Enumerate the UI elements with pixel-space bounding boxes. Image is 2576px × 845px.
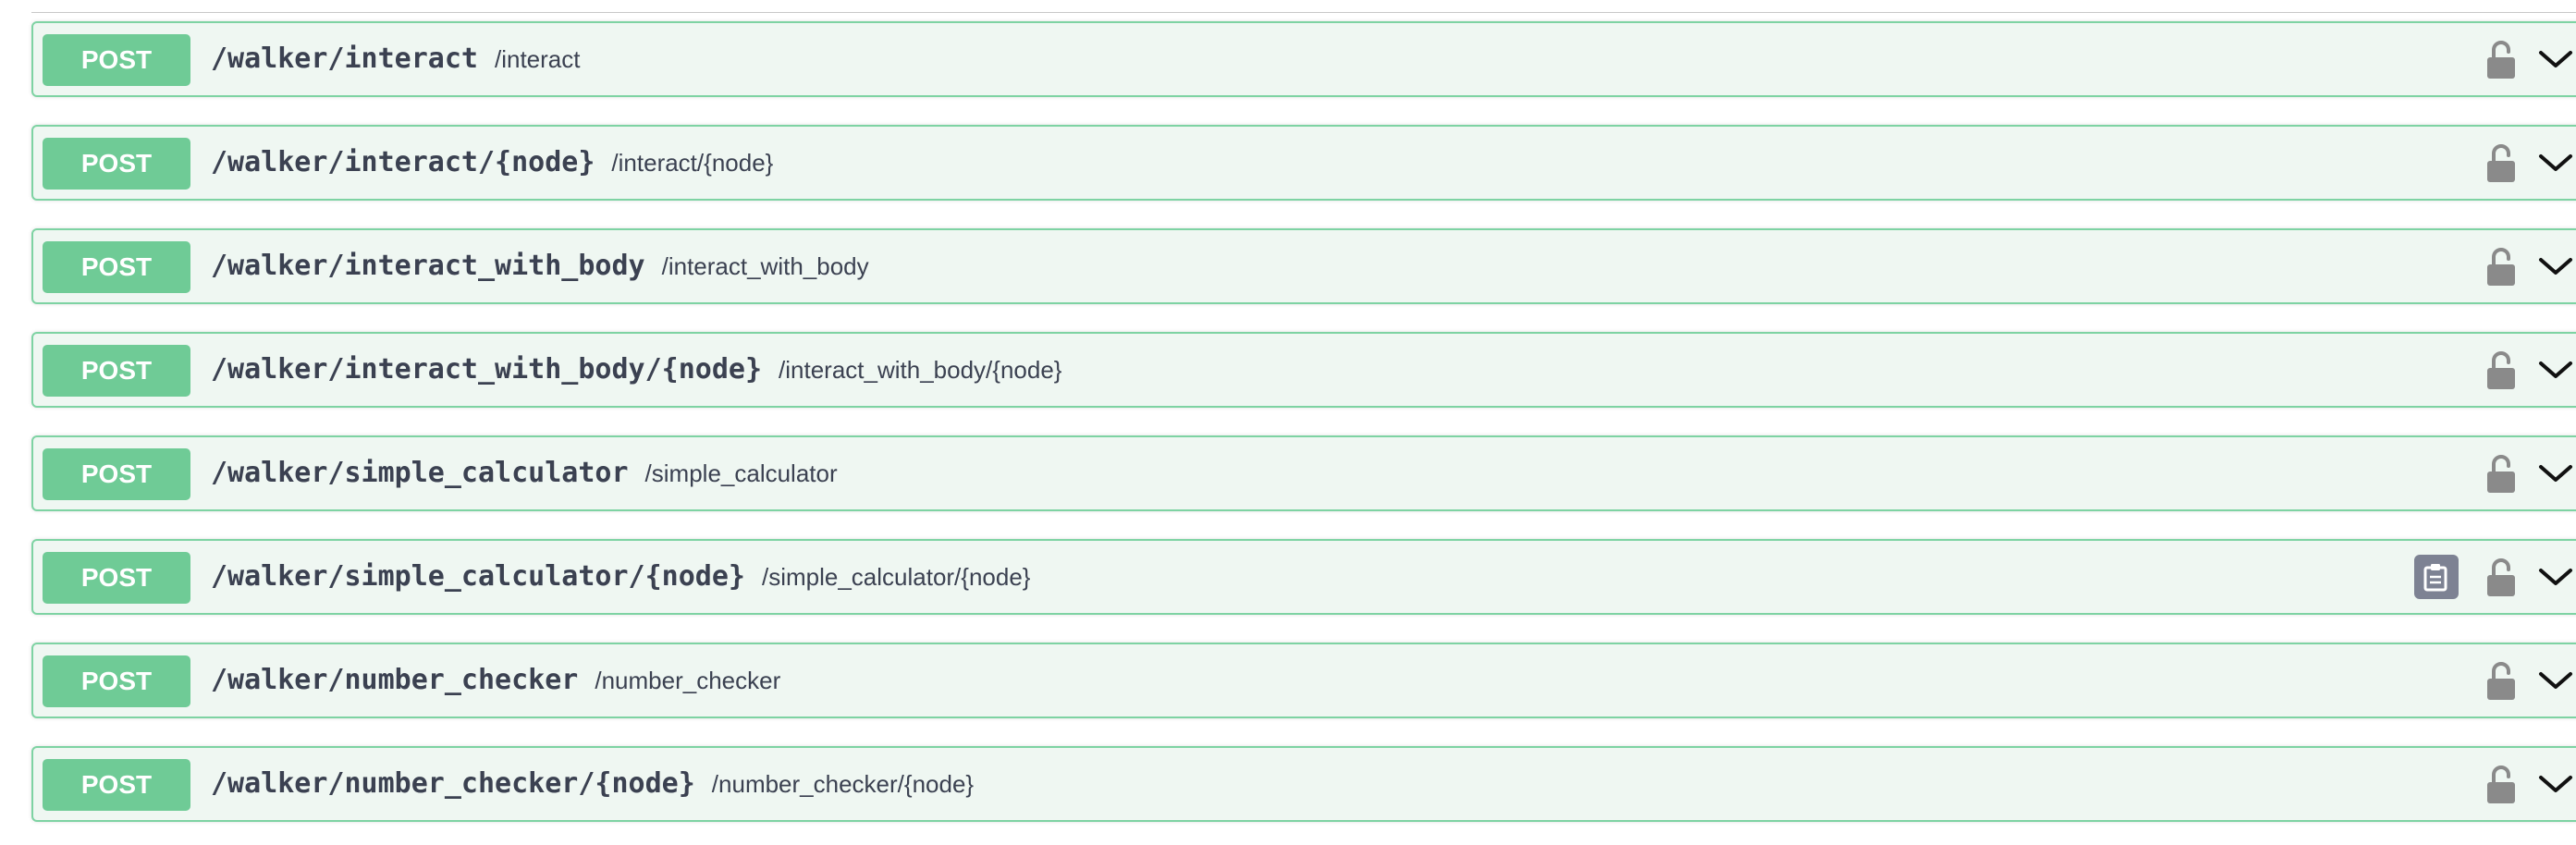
chevron-down-icon[interactable] bbox=[2537, 459, 2574, 487]
operation-block[interactable]: POST /walker/interact_with_body/{node} /i… bbox=[31, 332, 2576, 408]
operation-summary: /interact/{node} bbox=[611, 149, 774, 177]
operation-block[interactable]: POST /walker/simple_calculator/{node} /si… bbox=[31, 539, 2576, 615]
operation-block[interactable]: POST /walker/interact/{node} /interact/{n… bbox=[31, 125, 2576, 201]
operation-path: /walker/number_checker/{node} bbox=[211, 767, 695, 800]
method-badge: POST bbox=[43, 138, 190, 190]
lock-icon[interactable] bbox=[2485, 246, 2517, 287]
method-badge: POST bbox=[43, 655, 190, 707]
lock-icon[interactable] bbox=[2485, 39, 2517, 80]
chevron-down-icon[interactable] bbox=[2537, 563, 2574, 591]
method-badge: POST bbox=[43, 759, 190, 811]
operation-summary: /interact_with_body/{node} bbox=[779, 356, 1062, 384]
path-label: /walker/interact_with_body/interact_with… bbox=[211, 230, 869, 302]
method-badge: POST bbox=[43, 345, 190, 397]
lock-icon[interactable] bbox=[2485, 557, 2517, 597]
operation-path: /walker/simple_calculator bbox=[211, 457, 629, 489]
path-label: /walker/interact/interact bbox=[211, 23, 580, 95]
path-label: /walker/number_checker/number_checker bbox=[211, 644, 780, 716]
copy-to-clipboard-button[interactable] bbox=[2414, 555, 2459, 599]
operation-summary: /number_checker/{node} bbox=[711, 770, 975, 798]
method-badge: POST bbox=[43, 552, 190, 604]
lock-icon[interactable] bbox=[2485, 349, 2517, 390]
lock-icon[interactable] bbox=[2485, 764, 2517, 804]
method-badge: POST bbox=[43, 241, 190, 293]
chevron-down-icon[interactable] bbox=[2537, 149, 2574, 177]
path-label: /walker/interact_with_body/{node} /intera… bbox=[211, 334, 1061, 406]
operation-path: /walker/simple_calculator/{node} bbox=[211, 560, 745, 593]
path-label: /walker/simple_calculator/simple_calcula… bbox=[211, 437, 838, 509]
chevron-down-icon[interactable] bbox=[2537, 667, 2574, 694]
method-badge: POST bbox=[43, 34, 190, 86]
operation-path: /walker/number_checker bbox=[211, 664, 579, 696]
operation-summary: /number_checker bbox=[595, 667, 781, 694]
path-label: /walker/simple_calculator/{node} /simple_… bbox=[211, 541, 1031, 613]
path-label: /walker/interact/{node} /interact/{node} bbox=[211, 127, 773, 199]
operation-summary: /simple_calculator bbox=[644, 459, 838, 487]
operation-summary: /interact_with_body bbox=[661, 252, 869, 280]
operation-block[interactable]: POST /walker/interact_with_body/interact… bbox=[31, 228, 2576, 304]
chevron-down-icon[interactable] bbox=[2537, 252, 2574, 280]
operation-block[interactable]: POST /walker/number_checker/{node} /numbe… bbox=[31, 746, 2576, 822]
chevron-down-icon[interactable] bbox=[2537, 356, 2574, 384]
operation-block[interactable]: POST /walker/interact/interact bbox=[31, 21, 2576, 97]
lock-icon[interactable] bbox=[2485, 453, 2517, 494]
operation-block[interactable]: POST /walker/number_checker/number_check… bbox=[31, 643, 2576, 718]
path-label: /walker/number_checker/{node} /number_che… bbox=[211, 748, 974, 820]
top-divider bbox=[31, 12, 2576, 13]
operation-path: /walker/interact bbox=[211, 43, 478, 75]
chevron-down-icon[interactable] bbox=[2537, 45, 2574, 73]
operation-summary: /interact bbox=[494, 45, 581, 73]
operation-path: /walker/interact_with_body/{node} bbox=[211, 353, 763, 386]
chevron-down-icon[interactable] bbox=[2537, 770, 2574, 798]
operations-list: POST /walker/interact/interact POST /wal… bbox=[31, 21, 2576, 845]
operation-block[interactable]: POST /walker/simple_calculator/simple_ca… bbox=[31, 435, 2576, 511]
operation-summary: /simple_calculator/{node} bbox=[761, 563, 1031, 591]
operation-path: /walker/interact_with_body bbox=[211, 250, 645, 282]
lock-icon[interactable] bbox=[2485, 660, 2517, 701]
lock-icon[interactable] bbox=[2485, 142, 2517, 183]
operation-path: /walker/interact/{node} bbox=[211, 146, 595, 178]
method-badge: POST bbox=[43, 448, 190, 500]
